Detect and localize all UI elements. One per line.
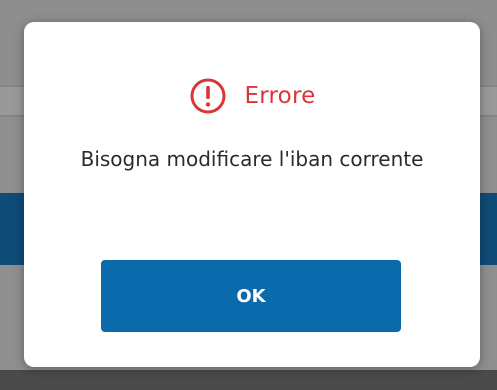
background-footer xyxy=(0,370,497,390)
error-icon xyxy=(189,77,227,115)
error-dialog: Errore Bisogna modificare l'iban corrent… xyxy=(24,22,480,367)
dialog-message: Bisogna modificare l'iban corrente xyxy=(80,147,424,171)
page: Errore Bisogna modificare l'iban corrent… xyxy=(0,0,497,390)
dialog-header: Errore xyxy=(24,77,480,115)
dialog-title: Errore xyxy=(244,83,316,109)
ok-button[interactable]: OK xyxy=(101,260,401,332)
